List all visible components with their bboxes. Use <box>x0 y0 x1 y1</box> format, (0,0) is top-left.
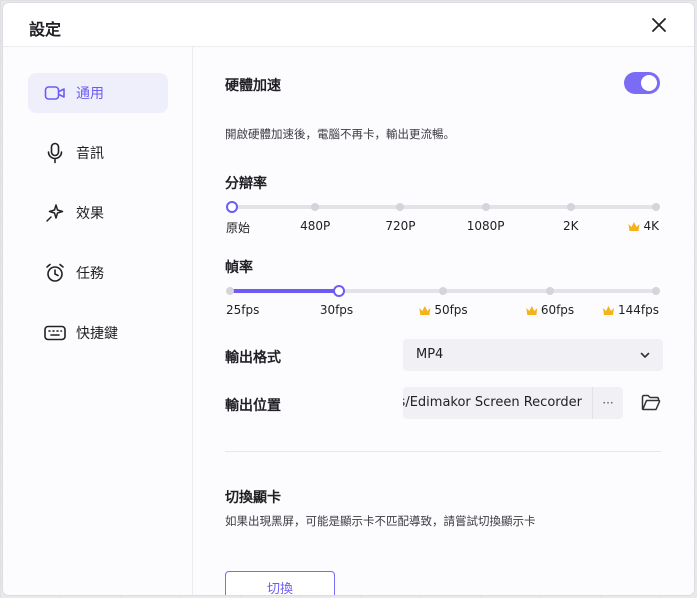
microphone-icon <box>44 142 66 164</box>
sidebar-item-label: 快捷鍵 <box>76 326 118 342</box>
alarm-clock-icon <box>44 262 66 284</box>
sparkle-icon <box>44 202 66 224</box>
slider-option-label[interactable]: 25fps <box>226 303 259 317</box>
slider-thumb[interactable] <box>226 201 238 213</box>
output-location-label: 輸出位置 <box>225 398 281 414</box>
keyboard-icon <box>44 322 66 344</box>
output-format-value: MP4 <box>416 347 444 362</box>
slider-option-label[interactable]: 720P <box>385 219 415 233</box>
slider-step[interactable] <box>481 203 490 211</box>
resolution-title: 分辯率 <box>225 176 267 192</box>
toggle-knob <box>641 75 657 91</box>
sidebar-item-audio[interactable]: 音訊 <box>28 133 168 173</box>
slider-option-label[interactable]: 60fps <box>525 303 574 317</box>
folder-icon <box>641 394 661 411</box>
output-format-select[interactable]: MP4 <box>403 339 663 371</box>
slider-step[interactable] <box>652 203 660 211</box>
crown-icon <box>525 305 537 315</box>
slider-option-label[interactable]: 2K <box>563 219 579 233</box>
slider-step[interactable] <box>226 287 234 295</box>
sidebar-item-label: 任務 <box>76 266 104 282</box>
slider-option-label[interactable]: 30fps <box>320 303 353 317</box>
output-path-text: eos/Edimakor Screen Recorder <box>403 395 582 410</box>
slider-step[interactable] <box>439 287 447 295</box>
option-text: 1080P <box>466 219 505 233</box>
option-text: 480P <box>300 219 331 233</box>
hw-accel-title: 硬體加速 <box>225 78 281 94</box>
graphics-switch-description: 如果出現黑屏，可能是顯示卡不匹配導致，請嘗試切換顯示卡 <box>225 514 536 528</box>
hw-accel-toggle[interactable] <box>624 72 660 94</box>
option-text: 50fps <box>434 303 468 317</box>
settings-sidebar: 通用 音訊 效果 任務 快捷鍵 <box>3 47 193 595</box>
sidebar-item-effects[interactable]: 效果 <box>28 193 168 233</box>
framerate-slider[interactable] <box>226 283 660 299</box>
hw-accel-description: 開啟硬體加速後，電腦不再卡，輸出更流暢。 <box>225 127 455 141</box>
framerate-title: 幀率 <box>225 260 253 276</box>
slider-option-label[interactable]: 144fps <box>602 303 659 317</box>
switch-graphics-button[interactable]: 切換 <box>225 571 335 595</box>
slider-step[interactable] <box>545 287 554 295</box>
slider-step[interactable] <box>652 287 660 295</box>
option-text: 25fps <box>226 303 260 317</box>
slider-fill <box>230 289 337 293</box>
option-text: 4K <box>643 219 659 233</box>
chevron-down-icon <box>640 352 650 358</box>
sidebar-item-label: 音訊 <box>76 146 104 162</box>
option-text: 原始 <box>226 221 251 235</box>
slider-step[interactable] <box>566 203 575 211</box>
crown-icon <box>419 305 431 315</box>
sidebar-item-general[interactable]: 通用 <box>28 73 168 113</box>
slider-track <box>230 205 656 209</box>
more-options-button[interactable]: ··· <box>592 387 623 419</box>
crown-icon <box>603 305 614 315</box>
close-icon <box>652 18 666 32</box>
sidebar-item-tasks[interactable]: 任務 <box>28 253 168 293</box>
settings-content: 硬體加速 開啟硬體加速後，電腦不再卡，輸出更流暢。 分辯率 原始 480P 720P… <box>193 47 694 595</box>
slider-option-label[interactable]: 50fps <box>418 303 468 317</box>
sidebar-item-label: 通用 <box>76 86 104 102</box>
camera-icon <box>44 82 66 104</box>
option-text: 60fps <box>540 303 575 317</box>
sidebar-item-shortcuts[interactable]: 快捷鍵 <box>28 313 168 353</box>
title-bar: 設定 <box>3 3 694 47</box>
output-location-field[interactable]: eos/Edimakor Screen Recorder ··· <box>403 387 623 419</box>
option-text: 144fps <box>618 303 659 317</box>
crown-icon <box>628 221 640 231</box>
dialog-title: 設定 <box>29 20 62 39</box>
option-text: 2K <box>563 219 579 233</box>
output-format-label: 輸出格式 <box>225 350 281 366</box>
graphics-switch-title: 切換顯卡 <box>225 490 281 506</box>
section-divider <box>225 451 661 452</box>
option-text: 30fps <box>319 303 354 317</box>
slider-option-label[interactable]: 480P <box>300 219 330 233</box>
slider-thumb[interactable] <box>332 285 345 297</box>
resolution-slider[interactable] <box>226 199 660 215</box>
open-folder-button[interactable] <box>641 394 661 412</box>
slider-option-label[interactable]: 原始 <box>226 219 250 236</box>
slider-option-label[interactable]: 1080P <box>467 219 505 233</box>
sidebar-item-label: 效果 <box>76 206 104 222</box>
slider-step[interactable] <box>311 203 320 211</box>
close-button[interactable] <box>648 14 670 36</box>
slider-option-label[interactable]: 4K <box>627 219 659 233</box>
settings-dialog: 設定 通用 音訊 效果 任務 快捷鍵 硬體加速 開啟硬體加速後，電腦不再卡，輸出… <box>3 3 694 595</box>
option-text: 720P <box>385 219 416 233</box>
slider-step[interactable] <box>396 203 405 211</box>
